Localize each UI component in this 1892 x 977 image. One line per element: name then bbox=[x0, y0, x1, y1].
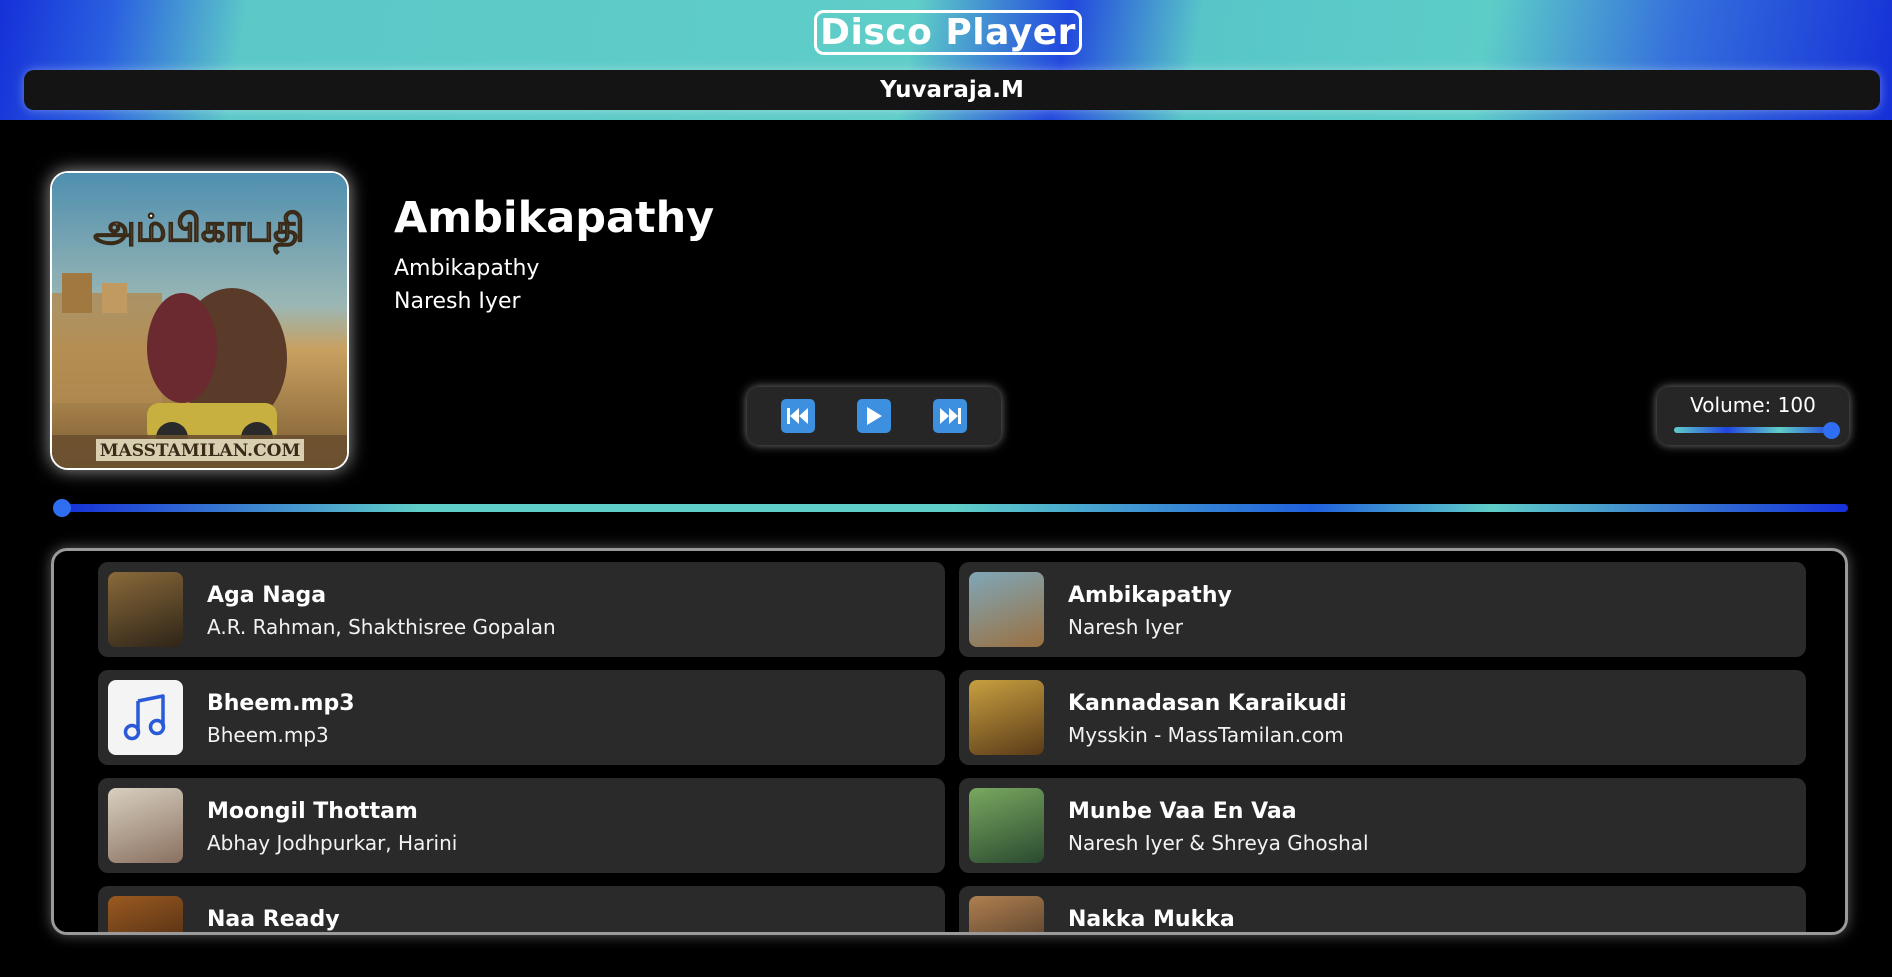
app-title: Disco Player bbox=[814, 10, 1082, 55]
song-title: Kannadasan Karaikudi bbox=[1068, 691, 1347, 716]
song-thumbnail bbox=[969, 572, 1044, 647]
playlist: Aga Naga A.R. Rahman, Shakthisree Gopalan… bbox=[51, 548, 1848, 935]
playlist-item[interactable]: Kannadasan Karaikudi Mysskin - MassTamila… bbox=[959, 670, 1806, 765]
song-artist: A.R. Rahman, Shakthisree Gopalan bbox=[207, 615, 556, 639]
previous-button[interactable] bbox=[781, 399, 815, 433]
playlist-item[interactable]: Bheem.mp3 Bheem.mp3 bbox=[98, 670, 945, 765]
track-title: Ambikapathy bbox=[394, 193, 715, 243]
play-icon bbox=[867, 407, 882, 425]
music-note-icon bbox=[108, 680, 183, 755]
track-album: Ambikapathy bbox=[394, 256, 540, 281]
playlist-item[interactable]: Aga Naga A.R. Rahman, Shakthisree Gopalan bbox=[98, 562, 945, 657]
song-thumbnail bbox=[969, 896, 1044, 932]
previous-icon bbox=[787, 408, 808, 424]
header: Disco Player Yuvaraja.M bbox=[0, 0, 1892, 120]
album-art-title: அம்பிகாபதி bbox=[93, 206, 304, 254]
song-title: Nakka Mukka bbox=[1068, 907, 1235, 932]
track-artist: Naresh Iyer bbox=[394, 289, 521, 314]
next-button[interactable] bbox=[933, 399, 967, 433]
song-artist: Naresh Iyer & Shreya Ghoshal bbox=[1068, 831, 1369, 855]
song-title: Naa Ready bbox=[207, 907, 340, 932]
song-thumbnail bbox=[108, 572, 183, 647]
song-title: Ambikapathy bbox=[1068, 583, 1232, 608]
playlist-item[interactable]: Moongil Thottam Abhay Jodhpurkar, Harini bbox=[98, 778, 945, 873]
playlist-item[interactable]: Nakka Mukka bbox=[959, 886, 1806, 932]
song-thumbnail bbox=[108, 788, 183, 863]
next-icon bbox=[940, 408, 961, 424]
album-art: MASSTAMILAN.COM அம்பிகாபதி bbox=[50, 171, 349, 470]
volume-slider[interactable] bbox=[1674, 422, 1840, 439]
progress-thumb[interactable] bbox=[53, 499, 71, 517]
volume-control: Volume: 100 bbox=[1657, 387, 1849, 445]
playlist-grid: Aga Naga A.R. Rahman, Shakthisree Gopalan… bbox=[98, 562, 1806, 932]
playlist-item[interactable]: Naa Ready bbox=[98, 886, 945, 932]
playlist-item[interactable]: Munbe Vaa En Vaa Naresh Iyer & Shreya Gho… bbox=[959, 778, 1806, 873]
song-artist: Naresh Iyer bbox=[1068, 615, 1184, 639]
play-button[interactable] bbox=[857, 399, 891, 433]
user-name-bar: Yuvaraja.M bbox=[24, 70, 1880, 110]
song-artist: Abhay Jodhpurkar, Harini bbox=[207, 831, 458, 855]
progress-bar[interactable] bbox=[53, 499, 1848, 517]
song-title: Bheem.mp3 bbox=[207, 691, 355, 716]
volume-label: Volume: 100 bbox=[1690, 393, 1816, 417]
playlist-item[interactable]: Ambikapathy Naresh Iyer bbox=[959, 562, 1806, 657]
volume-slider-thumb[interactable] bbox=[1823, 422, 1840, 439]
song-thumbnail bbox=[108, 896, 183, 932]
song-title: Moongil Thottam bbox=[207, 799, 418, 824]
playback-controls bbox=[747, 387, 1001, 445]
song-title: Munbe Vaa En Vaa bbox=[1068, 799, 1297, 824]
song-thumbnail bbox=[969, 680, 1044, 755]
song-thumbnail bbox=[969, 788, 1044, 863]
song-artist: Bheem.mp3 bbox=[207, 723, 329, 747]
song-artist: Mysskin - MassTamilan.com bbox=[1068, 723, 1344, 747]
song-title: Aga Naga bbox=[207, 583, 327, 608]
album-art-footer: MASSTAMILAN.COM bbox=[100, 441, 301, 461]
